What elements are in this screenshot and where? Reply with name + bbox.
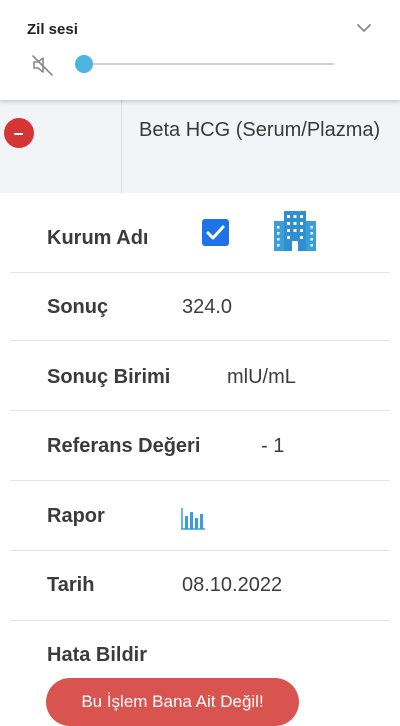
volume-slider[interactable]: [75, 55, 334, 73]
institution-checkbox[interactable]: [202, 219, 229, 246]
volume-muted-icon[interactable]: [31, 53, 55, 77]
report-label: Rapor: [47, 505, 105, 527]
error-report-label: Hata Bildir: [47, 644, 148, 666]
date-label: Tarih: [47, 574, 95, 596]
volume-slider-thumb[interactable]: [75, 55, 93, 73]
not-my-transaction-button[interactable]: Bu İşlem Bana Ait Değil!: [46, 678, 299, 726]
checkmark-icon: [206, 225, 225, 240]
result-label: Sonuç: [47, 296, 109, 318]
volume-title: Zil sesi: [27, 21, 78, 38]
hospital-building-icon[interactable]: [272, 207, 318, 253]
reference-value: - 1: [261, 435, 285, 457]
unit-value: mlU/mL: [227, 366, 296, 388]
test-header-row[interactable]: [0, 100, 400, 193]
test-name: Beta HCG (Serum/Plazma): [139, 119, 381, 141]
row-divider: [121, 100, 122, 193]
unit-label: Sonuç Birimi: [47, 366, 171, 388]
bar-chart-icon[interactable]: [180, 506, 206, 530]
volume-panel: Zil sesi: [0, 0, 400, 100]
institution-label: Kurum Adı: [47, 227, 149, 249]
result-value: 324.0: [182, 296, 233, 318]
chevron-down-icon[interactable]: [354, 20, 374, 36]
reference-label: Referans Değeri: [47, 435, 201, 457]
date-value: 08.10.2022: [182, 574, 283, 596]
collapse-button[interactable]: [4, 118, 34, 148]
